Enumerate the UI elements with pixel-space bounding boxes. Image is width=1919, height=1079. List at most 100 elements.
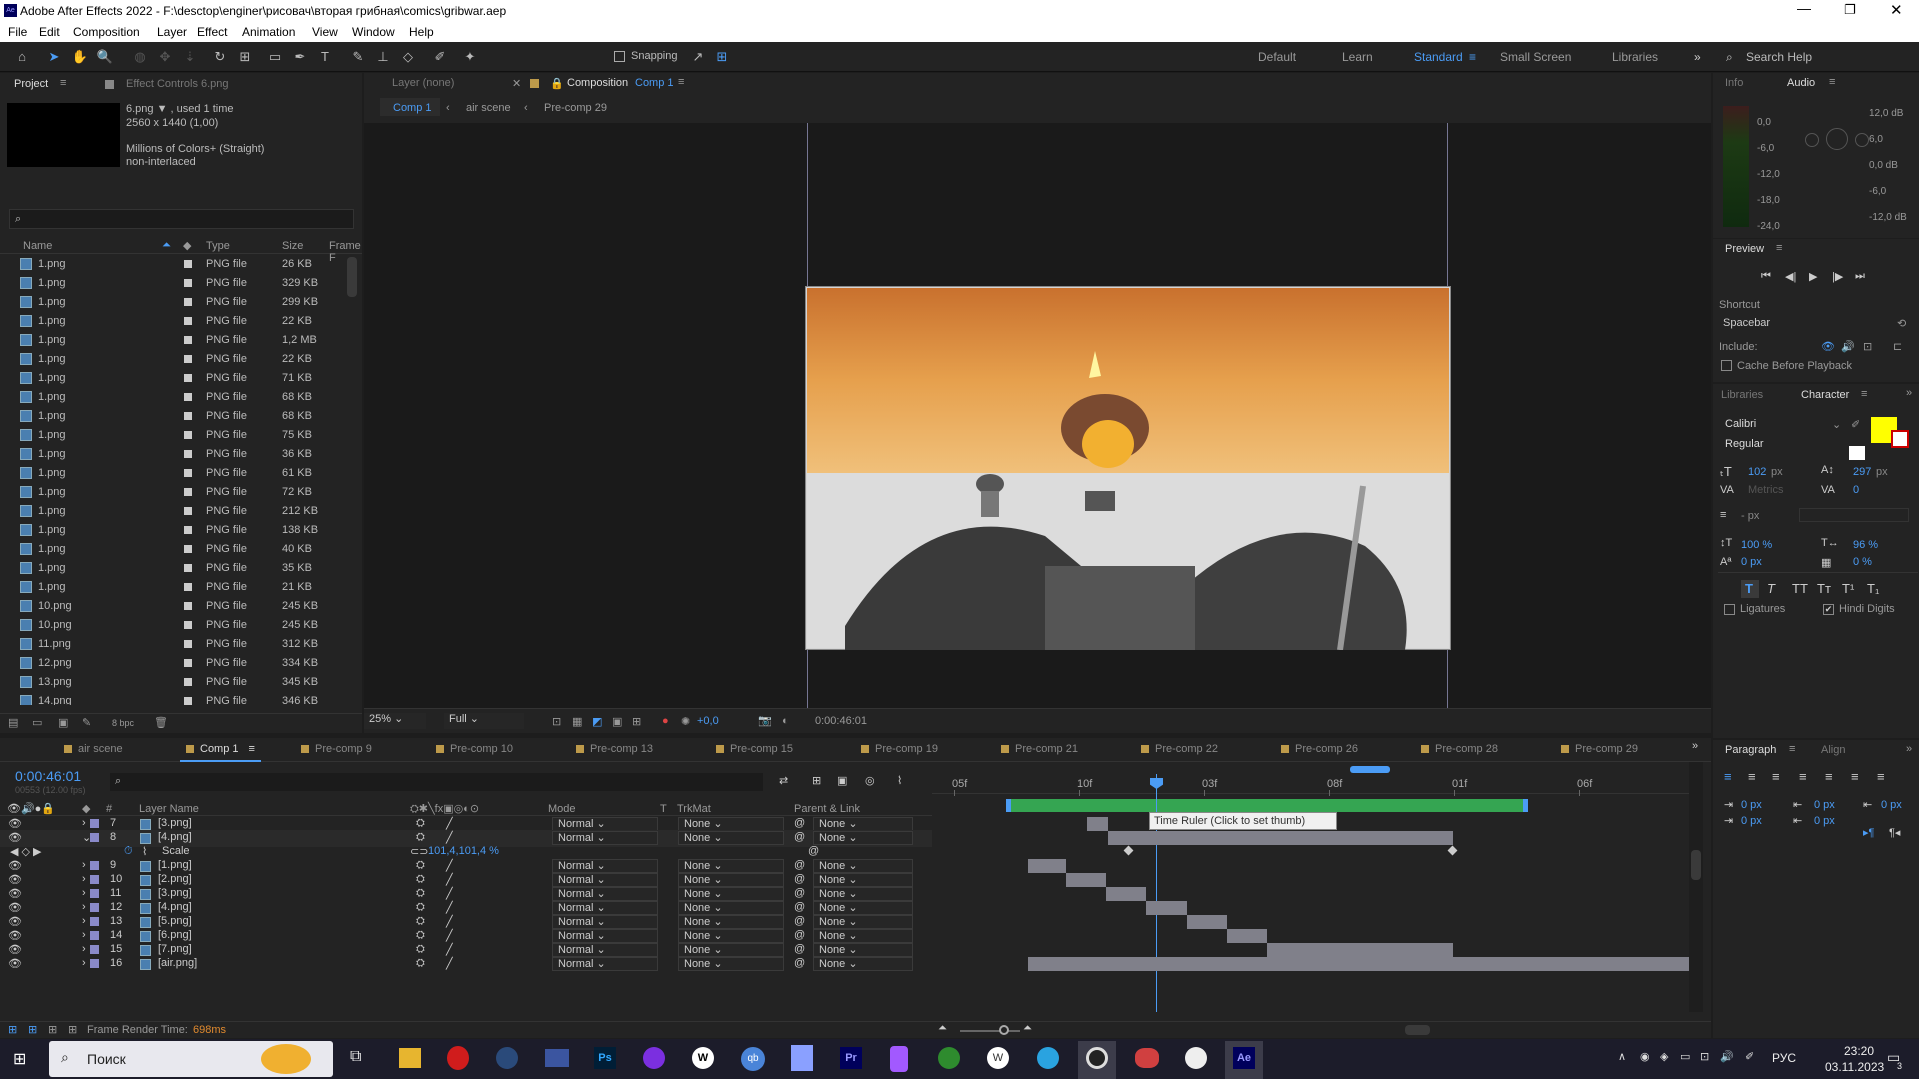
trkmat-dropdown[interactable]: None ⌄ bbox=[678, 957, 784, 971]
menu-composition[interactable]: Composition bbox=[73, 25, 140, 39]
quality-switch-icon[interactable]: ╱ bbox=[446, 901, 453, 914]
ligatures-checkbox[interactable] bbox=[1724, 604, 1735, 615]
constrain-proportions-icon[interactable]: ⊂⊃ bbox=[410, 845, 428, 858]
mode-dropdown[interactable]: Normal ⌄ bbox=[552, 887, 658, 901]
label-color-icon[interactable] bbox=[184, 317, 192, 325]
list-item[interactable]: 1.png PNG file 61 KB bbox=[0, 464, 350, 483]
quality-switch-icon[interactable]: ╱ bbox=[446, 929, 453, 942]
include-video-icon[interactable]: 👁 bbox=[1821, 340, 1835, 353]
more-tabs-icon[interactable]: » bbox=[1692, 740, 1698, 752]
render-icon[interactable]: ⊞ bbox=[8, 1023, 17, 1036]
tab-pre-comp-22[interactable]: Pre-comp 22 bbox=[1135, 738, 1224, 762]
expand-chevron-icon[interactable]: › bbox=[82, 915, 86, 927]
keyframe-icon[interactable] bbox=[1447, 845, 1458, 856]
export-icon[interactable]: ⊏ bbox=[1893, 340, 1902, 353]
menu-window[interactable]: Window bbox=[352, 25, 395, 39]
workspace-menu-icon[interactable]: ≡ bbox=[1469, 50, 1476, 64]
mode-dropdown[interactable]: Normal ⌄ bbox=[552, 831, 658, 845]
current-timecode[interactable]: 0:00:46:01 bbox=[15, 768, 81, 784]
align-right-icon[interactable]: ≡ bbox=[1772, 769, 1780, 784]
align-tab[interactable]: Align bbox=[1821, 744, 1845, 756]
label-color-icon[interactable] bbox=[184, 450, 192, 458]
zoom-tool-icon[interactable]: 🔍 bbox=[95, 47, 115, 67]
orbit-tool-icon[interactable]: ◍ bbox=[130, 47, 150, 67]
bpc-label[interactable]: 8 bpc bbox=[112, 718, 134, 728]
project-scrollbar[interactable] bbox=[347, 257, 357, 297]
list-item[interactable]: 1.png PNG file 329 KB bbox=[0, 274, 350, 293]
faux-italic-button[interactable]: T bbox=[1767, 581, 1775, 596]
menu-help[interactable]: Help bbox=[409, 25, 434, 39]
shy-switch-icon[interactable]: ⛭ bbox=[416, 929, 425, 942]
expand-chevron-icon[interactable]: › bbox=[82, 929, 86, 941]
list-item[interactable]: 1.png PNG file 75 KB bbox=[0, 426, 350, 445]
small-caps-button[interactable]: Tт bbox=[1817, 581, 1831, 596]
table-row[interactable]: 👁 › 16 [air.png] ⛭ ╱ Normal ⌄ None ⌄ @ None ⌄ bbox=[0, 956, 932, 973]
panel-menu-icon[interactable]: ≡ bbox=[1861, 388, 1867, 400]
figma-icon[interactable] bbox=[890, 1046, 908, 1072]
list-item[interactable]: 1.png PNG file 1,2 MB bbox=[0, 331, 350, 350]
layer-name[interactable]: [4.png] bbox=[158, 831, 192, 843]
trkmat-dropdown[interactable]: None ⌄ bbox=[678, 901, 784, 915]
app-icon[interactable] bbox=[791, 1045, 813, 1071]
time-ruler[interactable]: 05f 10f 03f 08f 01f 06f bbox=[932, 774, 1690, 796]
layer-name[interactable]: [3.png] bbox=[158, 887, 192, 899]
list-item[interactable]: 1.png PNG file 212 KB bbox=[0, 502, 350, 521]
graph-editor-icon[interactable]: ⌇ bbox=[897, 774, 902, 787]
brush-tool-icon[interactable]: ✎ bbox=[348, 47, 368, 67]
mode-dropdown[interactable]: Normal ⌄ bbox=[552, 859, 658, 873]
shy-switch-icon[interactable]: ⛭ bbox=[416, 915, 425, 928]
justify-left-icon[interactable]: ≡ bbox=[1799, 769, 1807, 784]
channel-icon[interactable]: ● bbox=[662, 715, 669, 727]
expand-chevron-icon[interactable]: › bbox=[82, 887, 86, 899]
quality-switch-icon[interactable]: ╱ bbox=[446, 943, 453, 956]
layer-time-bar[interactable] bbox=[1028, 859, 1066, 873]
label-color-icon[interactable] bbox=[90, 945, 99, 954]
tab-pre-comp-26[interactable]: Pre-comp 26 bbox=[1275, 738, 1364, 762]
label-color-icon[interactable] bbox=[90, 903, 99, 912]
label-color-icon[interactable] bbox=[90, 833, 99, 842]
lock-icon[interactable]: 🔒 bbox=[550, 77, 564, 90]
zoom-dropdown[interactable]: 25% ⌄ bbox=[364, 713, 426, 729]
label-color-icon[interactable] bbox=[184, 697, 192, 705]
visibility-eye-icon[interactable]: 👁 bbox=[8, 915, 22, 928]
expand-chevron-icon[interactable]: › bbox=[82, 957, 86, 969]
effect-controls-tab[interactable]: Effect Controls 6.png bbox=[126, 78, 229, 90]
baseline-shift-value[interactable]: 0 px bbox=[1741, 556, 1762, 568]
label-color-icon[interactable] bbox=[184, 412, 192, 420]
list-item[interactable]: 1.png PNG file 40 KB bbox=[0, 540, 350, 559]
label-color-icon[interactable] bbox=[184, 507, 192, 515]
ltr-direction-icon[interactable]: ▸¶ bbox=[1863, 826, 1874, 839]
expression-pickwhip-icon[interactable]: @ bbox=[808, 845, 819, 857]
timeline-scrollbar[interactable] bbox=[1689, 762, 1703, 1012]
qbittorrent-icon[interactable]: qb bbox=[741, 1047, 765, 1071]
menu-file[interactable]: File bbox=[8, 25, 27, 39]
selection-tool-icon[interactable]: ➤ bbox=[44, 47, 64, 67]
resolution-dropdown[interactable]: Full ⌄ bbox=[444, 713, 524, 729]
trkmat-dropdown[interactable]: None ⌄ bbox=[678, 831, 784, 845]
label-color-icon[interactable] bbox=[184, 298, 192, 306]
label-color-icon[interactable] bbox=[184, 260, 192, 268]
label-color-icon[interactable] bbox=[184, 526, 192, 534]
col-name[interactable]: Name bbox=[23, 240, 52, 252]
superscript-button[interactable]: T¹ bbox=[1842, 581, 1854, 596]
pick-whip-icon[interactable]: @ bbox=[794, 859, 805, 871]
dolly-tool-icon[interactable]: ⇣ bbox=[180, 47, 200, 67]
shy-switch-icon[interactable]: ⛭ bbox=[416, 901, 425, 914]
shy-switch-icon[interactable]: ⛭ bbox=[416, 817, 425, 830]
parent-dropdown[interactable]: None ⌄ bbox=[813, 859, 913, 873]
pen-tool-icon[interactable]: ✒ bbox=[290, 47, 310, 67]
panel-menu-icon[interactable]: ≡ bbox=[1789, 743, 1795, 755]
mode-dropdown[interactable]: Normal ⌄ bbox=[552, 929, 658, 943]
panel-menu-icon[interactable]: ≡ bbox=[60, 77, 66, 89]
list-item[interactable]: 1.png PNG file 72 KB bbox=[0, 483, 350, 502]
label-color-icon[interactable] bbox=[90, 917, 99, 926]
pick-whip-icon[interactable]: @ bbox=[794, 887, 805, 899]
rtl-direction-icon[interactable]: ¶◂ bbox=[1889, 826, 1900, 839]
reset-exposure-icon[interactable]: ✺ bbox=[681, 715, 690, 728]
zoom-slider[interactable] bbox=[960, 1030, 1020, 1032]
visibility-eye-icon[interactable]: 👁 bbox=[8, 859, 22, 872]
clock-date[interactable]: 03.11.2023 bbox=[1825, 1060, 1884, 1074]
col-size[interactable]: Size bbox=[282, 240, 303, 252]
premiere-icon[interactable]: Pr bbox=[840, 1047, 862, 1069]
menu-view[interactable]: View bbox=[312, 25, 338, 39]
